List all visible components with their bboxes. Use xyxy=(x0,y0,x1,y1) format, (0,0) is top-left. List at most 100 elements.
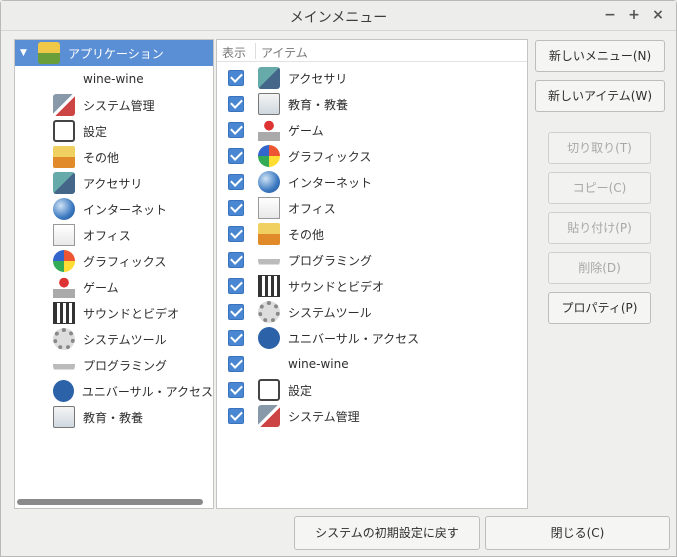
list-item[interactable]: アクセサリ xyxy=(217,65,527,91)
settings-icon xyxy=(258,379,280,401)
list-item-label: インターネット xyxy=(288,175,373,190)
expander-down-icon[interactable]: ▼ xyxy=(20,48,30,58)
accessories-icon xyxy=(53,172,75,194)
list-item[interactable]: システムツール xyxy=(217,299,527,325)
list-item[interactable]: オフィス xyxy=(217,195,527,221)
properties-button[interactable]: プロパティ(P) xyxy=(548,292,651,324)
system-admin-icon xyxy=(53,94,75,116)
universal-access-icon xyxy=(53,380,74,402)
tree-item-label: プログラミング xyxy=(83,358,168,373)
list-item[interactable]: 設定 xyxy=(217,377,527,403)
list-item[interactable]: サウンドとビデオ xyxy=(217,273,527,299)
tree-item-label: システム管理 xyxy=(83,98,155,113)
show-checkbox[interactable] xyxy=(228,96,244,112)
minimize-button[interactable]: − xyxy=(601,6,619,24)
cut-button[interactable]: 切り取り(T) xyxy=(548,132,651,164)
list-item[interactable]: プログラミング xyxy=(217,247,527,273)
list-item[interactable]: その他 xyxy=(217,221,527,247)
tree-item-label: 設定 xyxy=(83,124,108,139)
menu-tree[interactable]: ▼ アプリケーション wine-wine システム管理 設定 その他 アクセサリ… xyxy=(14,39,214,509)
tree-item-accessories[interactable]: アクセサリ xyxy=(15,170,213,196)
show-checkbox[interactable] xyxy=(228,408,244,424)
graphics-icon xyxy=(53,250,75,272)
tree-item-sound-video[interactable]: サウンドとビデオ xyxy=(15,300,213,326)
revert-defaults-button[interactable]: システムの初期設定に戻す xyxy=(294,516,480,550)
show-checkbox[interactable] xyxy=(228,226,244,242)
show-checkbox[interactable] xyxy=(228,382,244,398)
graphics-icon xyxy=(258,145,280,167)
tree-item-applications[interactable]: ▼ アプリケーション xyxy=(15,40,213,66)
show-checkbox[interactable] xyxy=(228,122,244,138)
sound-video-icon xyxy=(53,302,75,324)
list-item-label: アクセサリ xyxy=(288,71,348,86)
titlebar: メインメニュー − + × xyxy=(1,1,676,31)
list-item[interactable]: ユニバーサル・アクセス xyxy=(217,325,527,351)
show-checkbox[interactable] xyxy=(228,200,244,216)
tree-item-internet[interactable]: インターネット xyxy=(15,196,213,222)
accessories-icon xyxy=(258,67,280,89)
column-separator xyxy=(255,43,256,59)
list-header: 表示 アイテム xyxy=(217,40,527,62)
new-menu-button[interactable]: 新しいメニュー(N) xyxy=(535,40,665,72)
list-item[interactable]: ゲーム xyxy=(217,117,527,143)
tree-item-label: オフィス xyxy=(83,228,131,243)
list-item[interactable]: システム管理 xyxy=(217,403,527,429)
list-item-label: システム管理 xyxy=(288,409,360,424)
column-header-item[interactable]: アイテム xyxy=(261,44,308,61)
new-item-button[interactable]: 新しいアイテム(W) xyxy=(535,80,665,112)
system-tools-icon xyxy=(258,301,280,323)
item-list[interactable]: 表示 アイテム アクセサリ 教育・教養 ゲーム グラフィックス インターネット … xyxy=(216,39,528,509)
tree-item-wine[interactable]: wine-wine xyxy=(15,66,213,92)
list-item[interactable]: インターネット xyxy=(217,169,527,195)
tree-item-label: システムツール xyxy=(83,332,167,347)
tree-item-system-admin[interactable]: システム管理 xyxy=(15,92,213,118)
list-item-label: オフィス xyxy=(288,201,336,216)
list-item-label: サウンドとビデオ xyxy=(288,279,385,294)
show-checkbox[interactable] xyxy=(228,278,244,294)
show-checkbox[interactable] xyxy=(228,304,244,320)
horizontal-scrollbar[interactable] xyxy=(17,499,203,505)
list-item-label: ユニバーサル・アクセス xyxy=(288,331,420,346)
tree-item-games[interactable]: ゲーム xyxy=(15,274,213,300)
tree-item-system-tools[interactable]: システムツール xyxy=(15,326,213,352)
delete-button[interactable]: 削除(D) xyxy=(548,252,651,284)
games-icon xyxy=(258,119,280,141)
maximize-button[interactable]: + xyxy=(625,6,643,24)
main-menu-window: メインメニュー − + × ▼ アプリケーション wine-wine システム管… xyxy=(0,0,677,557)
close-button[interactable]: 閉じる(C) xyxy=(485,516,670,550)
tree-item-label: サウンドとビデオ xyxy=(83,306,180,321)
other-icon xyxy=(258,223,280,245)
tree-item-office[interactable]: オフィス xyxy=(15,222,213,248)
paste-button[interactable]: 貼り付け(P) xyxy=(548,212,651,244)
internet-icon xyxy=(258,171,280,193)
tree-item-label: グラフィックス xyxy=(83,254,167,269)
sound-video-icon xyxy=(258,275,280,297)
show-checkbox[interactable] xyxy=(228,70,244,86)
tree-item-other[interactable]: その他 xyxy=(15,144,213,170)
list-item[interactable]: グラフィックス xyxy=(217,143,527,169)
show-checkbox[interactable] xyxy=(228,252,244,268)
education-icon xyxy=(53,406,75,428)
show-checkbox[interactable] xyxy=(228,356,244,372)
education-icon xyxy=(258,93,280,115)
tree-item-graphics[interactable]: グラフィックス xyxy=(15,248,213,274)
close-window-button[interactable]: × xyxy=(649,6,667,24)
tree-item-settings[interactable]: 設定 xyxy=(15,118,213,144)
other-icon xyxy=(53,146,75,168)
tree-item-label: wine-wine xyxy=(83,72,144,86)
settings-icon xyxy=(53,120,75,142)
copy-button[interactable]: コピー(C) xyxy=(548,172,651,204)
column-header-show[interactable]: 表示 xyxy=(222,44,246,61)
show-checkbox[interactable] xyxy=(228,148,244,164)
tree-item-label: アプリケーション xyxy=(68,46,164,61)
show-checkbox[interactable] xyxy=(228,174,244,190)
show-checkbox[interactable] xyxy=(228,330,244,346)
tree-item-education[interactable]: 教育・教養 xyxy=(15,404,213,430)
tree-item-programming[interactable]: プログラミング xyxy=(15,352,213,378)
programming-icon xyxy=(258,249,280,271)
programming-icon xyxy=(53,354,75,376)
list-item-label: ゲーム xyxy=(288,123,324,138)
tree-item-universal-access[interactable]: ユニバーサル・アクセス xyxy=(15,378,213,404)
list-item[interactable]: wine-wine xyxy=(217,351,527,377)
list-item[interactable]: 教育・教養 xyxy=(217,91,527,117)
